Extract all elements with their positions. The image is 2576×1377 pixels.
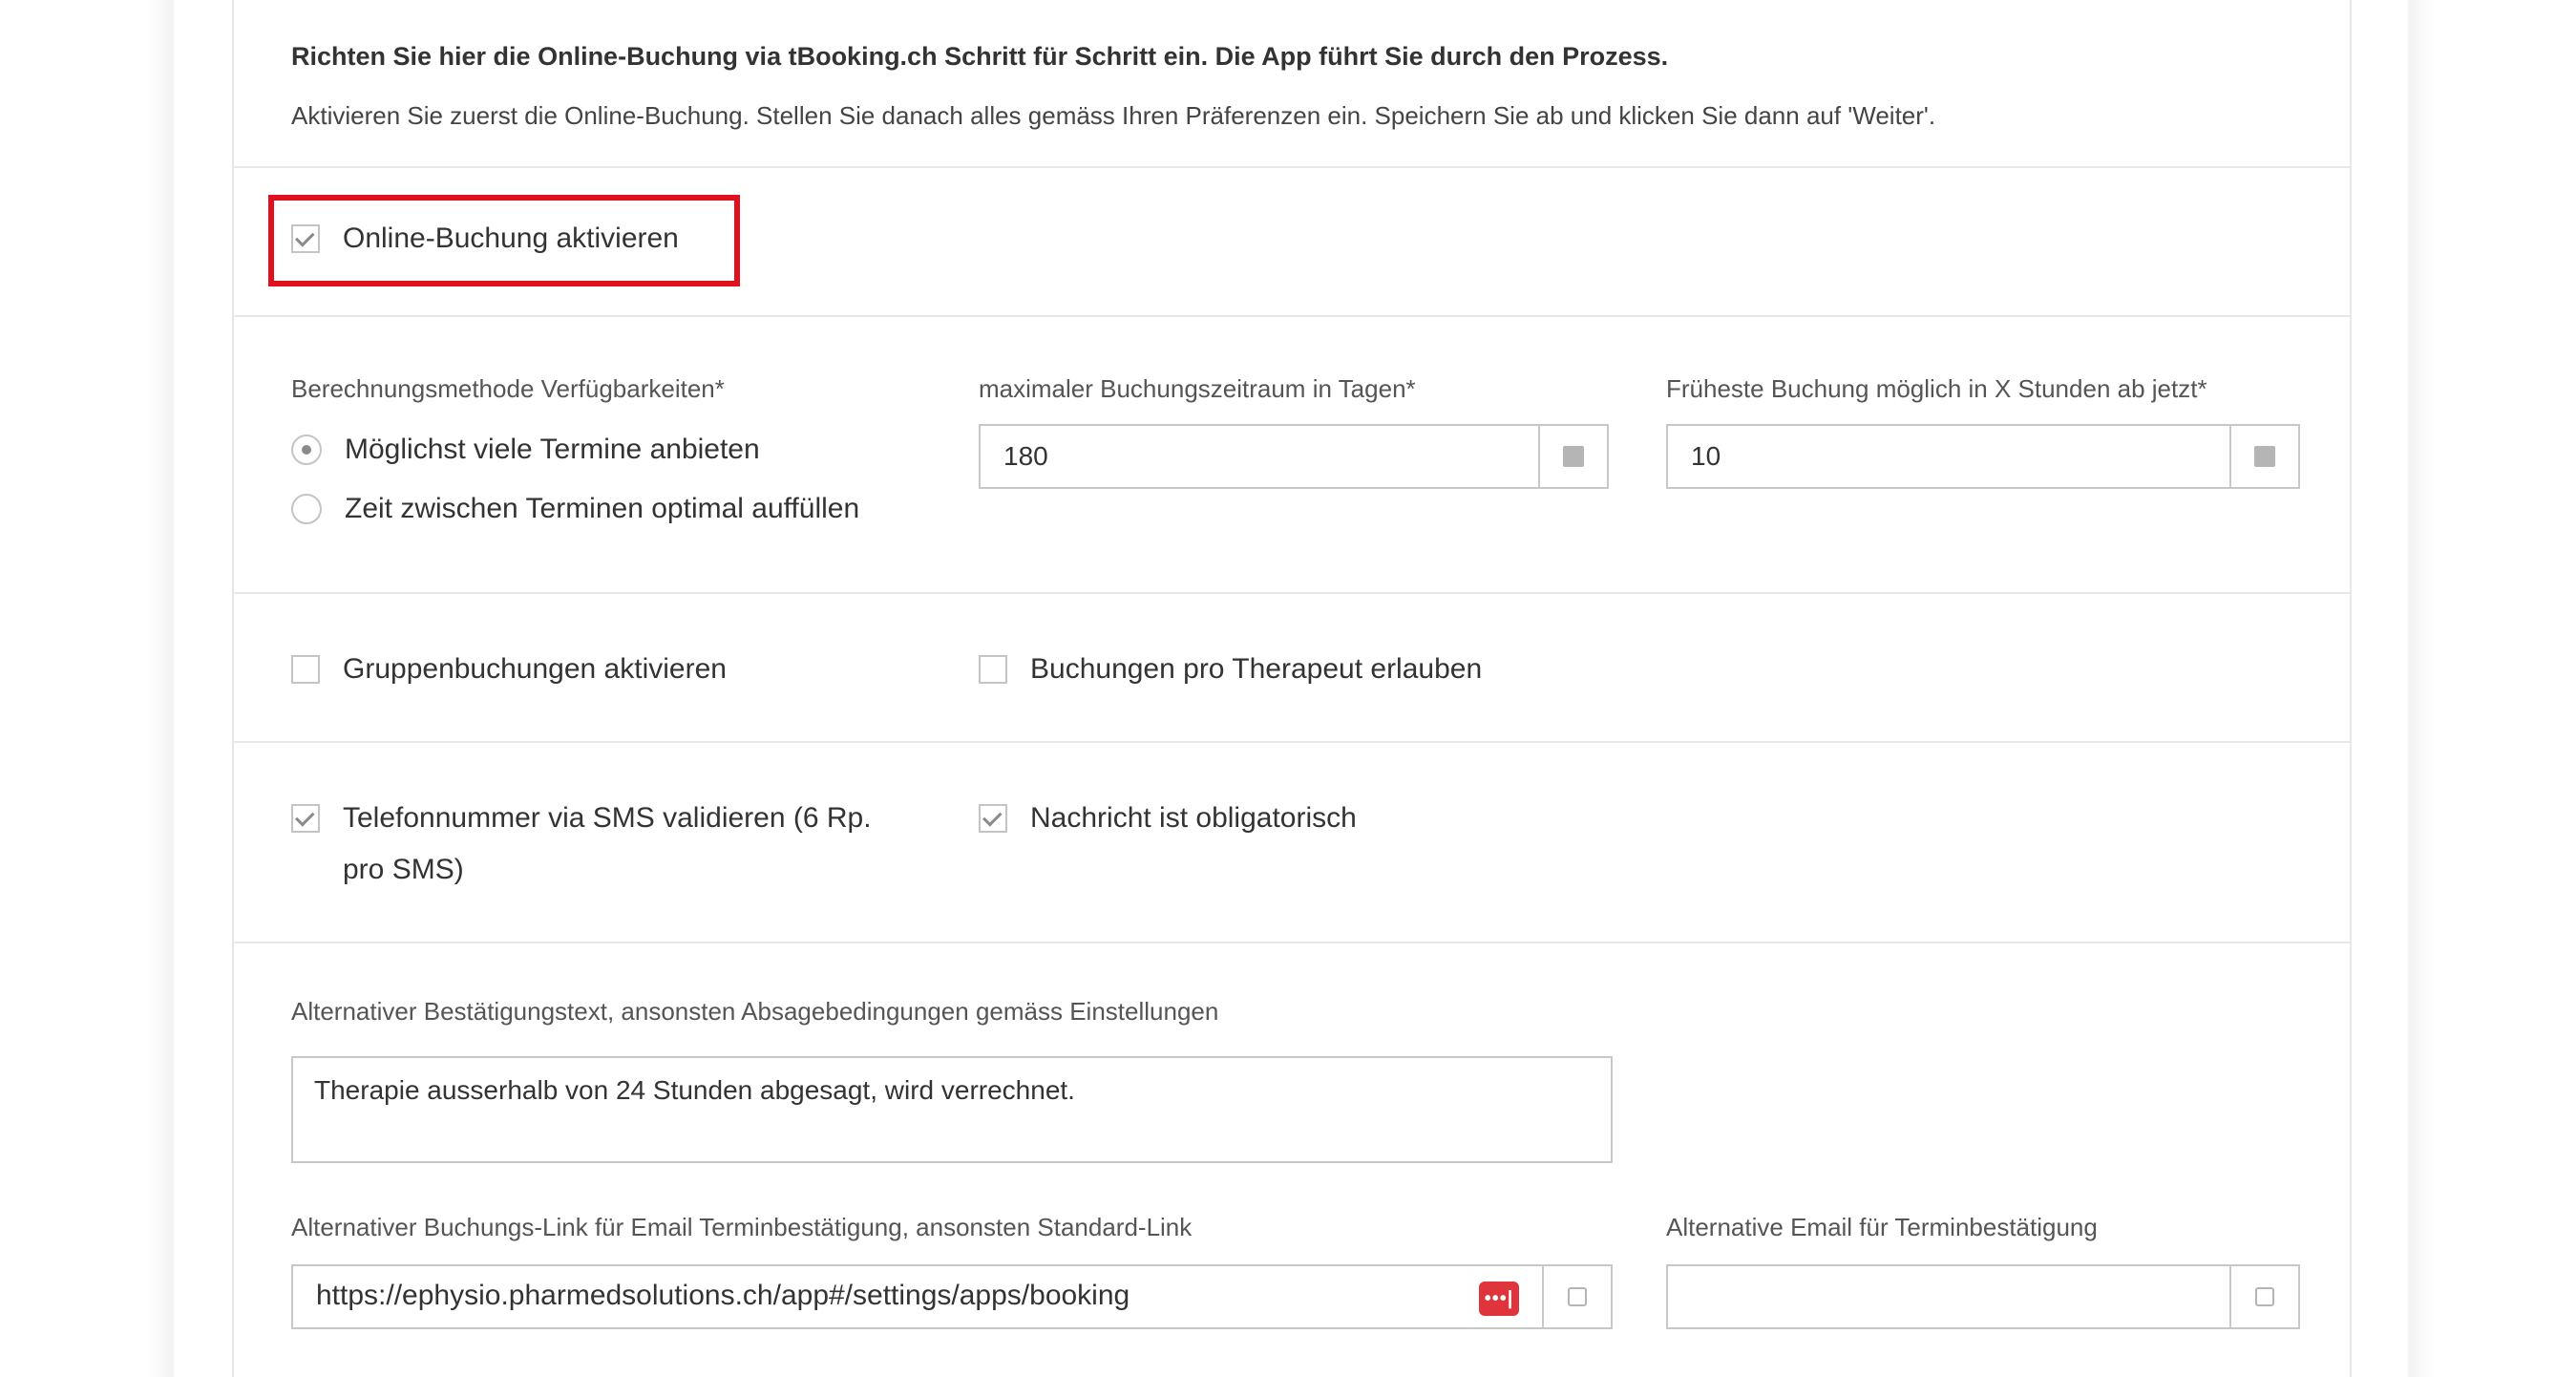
alt-email-addon[interactable]	[2229, 1266, 2298, 1327]
radio-option-many[interactable]: Möglichst viele Termine anbieten	[291, 434, 760, 466]
sms-validate-checkbox[interactable]	[291, 804, 320, 833]
max-period-label: maximaler Buchungszeitraum in Tagen*	[979, 374, 1416, 403]
alt-link-value: https://ephysio.pharmedsolutions.ch/app#…	[316, 1280, 1130, 1311]
message-required-label: Nachricht ist obligatorisch	[1030, 802, 1357, 834]
square-icon	[1563, 446, 1584, 467]
activate-section: Online-Buchung aktivieren	[234, 166, 2350, 317]
per-therapist-label: Buchungen pro Therapeut erlauben	[1030, 653, 1483, 685]
max-period-addon[interactable]	[1538, 426, 1607, 487]
radio-fill-label: Zeit zwischen Terminen optimal auffüllen	[345, 493, 860, 524]
booking-settings-panel: Richten Sie hier die Online-Buchung via …	[232, 0, 2352, 1377]
alt-confirmation-textarea[interactable]: Therapie ausserhalb von 24 Stunden abges…	[291, 1056, 1613, 1163]
sms-validate-label: Telefonnummer via SMS validieren (6 Rp. …	[343, 793, 872, 896]
radio-many[interactable]	[291, 434, 322, 465]
settings-section: Berechnungsmethode Verfügbarkeiten* Mögl…	[234, 315, 2350, 594]
per-therapist-checkbox[interactable]	[979, 655, 1007, 684]
message-required-option[interactable]: Nachricht ist obligatorisch	[979, 798, 1357, 844]
activate-label: Online-Buchung aktivieren	[343, 222, 679, 254]
sms-validate-option[interactable]: Telefonnummer via SMS validieren (6 Rp. …	[291, 798, 872, 896]
earliest-booking-value: 10	[1691, 441, 1721, 471]
alt-confirmation-label: Alternativer Bestätigungstext, ansonsten…	[291, 997, 1219, 1026]
group-section: Gruppenbuchungen aktivieren Buchungen pr…	[234, 592, 2350, 743]
page-shadow-right	[2408, 0, 2435, 1377]
alt-link-input[interactable]: https://ephysio.pharmedsolutions.ch/app#…	[291, 1264, 1613, 1329]
message-required-checkbox[interactable]	[979, 804, 1007, 833]
group-booking-label: Gruppenbuchungen aktivieren	[343, 653, 727, 685]
earliest-booking-addon[interactable]	[2229, 426, 2298, 487]
password-manager-icon[interactable]: •••|	[1479, 1282, 1519, 1316]
sms-validate-line2: pro SMS)	[343, 854, 464, 885]
radio-fill[interactable]	[291, 494, 322, 524]
square-icon	[2254, 446, 2275, 467]
intro-section: Richten Sie hier die Online-Buchung via …	[234, 0, 2350, 168]
earliest-booking-input[interactable]: 10	[1666, 424, 2300, 489]
alternatives-section: Alternativer Bestätigungstext, ansonsten…	[234, 942, 2350, 1377]
page-shadow-left	[147, 0, 174, 1377]
radio-selected-dot	[302, 445, 311, 455]
earliest-booking-label: Früheste Buchung möglich in X Stunden ab…	[1666, 374, 2207, 403]
checkbox-icon	[1568, 1287, 1587, 1306]
calc-method-label: Berechnungsmethode Verfügbarkeiten*	[291, 374, 725, 403]
intro-headline: Richten Sie hier die Online-Buchung via …	[291, 42, 1669, 71]
group-booking-option[interactable]: Gruppenbuchungen aktivieren	[291, 649, 727, 695]
intro-text: Aktivieren Sie zuerst die Online-Buchung…	[291, 101, 1936, 130]
max-period-value: 180	[1003, 441, 1048, 471]
activate-checkbox[interactable]	[291, 224, 320, 253]
alt-link-addon[interactable]	[1542, 1266, 1611, 1327]
alt-email-input[interactable]	[1666, 1264, 2300, 1329]
max-period-input[interactable]: 180	[979, 424, 1609, 489]
checkbox-icon	[2255, 1287, 2274, 1306]
per-therapist-option[interactable]: Buchungen pro Therapeut erlauben	[979, 649, 1482, 695]
checkmark-icon	[295, 806, 315, 827]
group-booking-checkbox[interactable]	[291, 655, 320, 684]
activate-online-booking[interactable]: Online-Buchung aktivieren	[291, 219, 679, 265]
alt-confirmation-value: Therapie ausserhalb von 24 Stunden abges…	[314, 1075, 1075, 1105]
radio-many-label: Möglichst viele Termine anbieten	[345, 434, 760, 465]
alt-email-label: Alternative Email für Terminbestätigung	[1666, 1213, 2098, 1241]
radio-option-fill[interactable]: Zeit zwischen Terminen optimal auffüllen	[291, 493, 859, 525]
checkmark-icon	[982, 806, 1003, 827]
alt-link-label: Alternativer Buchungs-Link für Email Ter…	[291, 1213, 1193, 1241]
sms-validate-line1: Telefonnummer via SMS validieren (6 Rp.	[343, 802, 872, 834]
sms-section: Telefonnummer via SMS validieren (6 Rp. …	[234, 741, 2350, 943]
checkmark-icon	[295, 226, 315, 247]
